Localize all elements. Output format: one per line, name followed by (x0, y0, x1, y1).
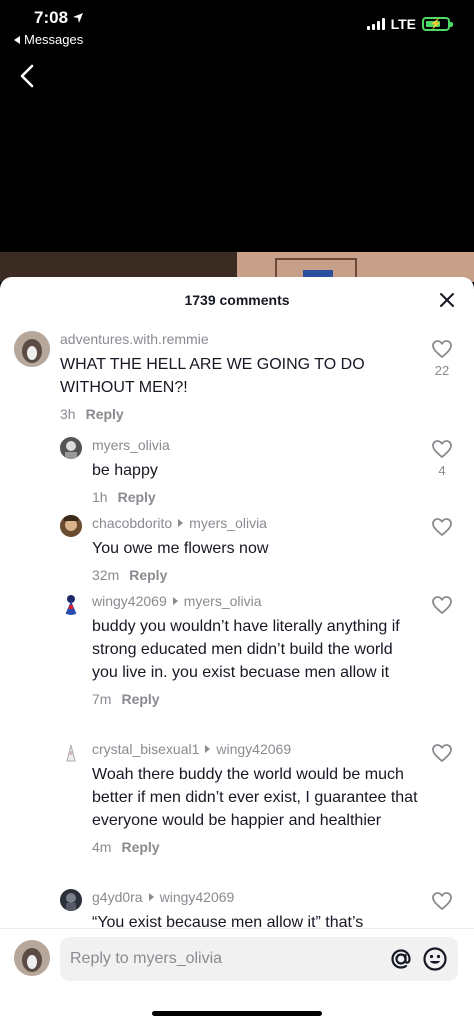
comment-meta: 7m Reply (92, 691, 412, 707)
comment-username[interactable]: adventures.with.remmie (60, 331, 400, 347)
heart-icon (432, 518, 452, 536)
comment-username: crystal_bisexual1 wingy42069 (92, 741, 422, 757)
reply-arrow-icon (148, 893, 154, 901)
avatar[interactable] (60, 889, 82, 911)
back-app-label: Messages (24, 32, 84, 47)
comment-time: 4m (92, 839, 112, 855)
like-button[interactable] (424, 595, 460, 615)
reply-to-username[interactable]: myers_olivia (189, 515, 267, 531)
my-avatar (14, 940, 50, 976)
reply-button[interactable]: Reply (129, 567, 167, 583)
comment-text: Woah there buddy the world would be much… (92, 766, 418, 829)
comments-sheet: 1739 comments adventures.with.remmie WHA… (0, 277, 474, 1025)
comment-username: wingy42069 myers_olivia (92, 593, 412, 609)
comment-item: wingy42069 myers_olivia buddy you wouldn… (0, 591, 474, 731)
avatar[interactable] (60, 515, 82, 537)
heart-icon (432, 440, 452, 458)
reply-button[interactable]: Reply (121, 839, 159, 855)
back-to-messages-link[interactable]: Messages (14, 32, 83, 47)
comment-item: adventures.with.remmie WHAT THE HELL ARE… (0, 323, 474, 427)
reply-arrow-icon (178, 519, 184, 527)
heart-icon (432, 596, 452, 614)
comment-author[interactable]: wingy42069 (92, 593, 167, 609)
comment-item: chacobdorito myers_olivia You owe me flo… (0, 513, 474, 583)
reply-button[interactable]: Reply (118, 489, 156, 505)
status-time-label: 7:08 (34, 8, 69, 27)
comment-time: 1h (92, 489, 108, 505)
heart-icon (432, 340, 452, 358)
reply-input-container[interactable] (60, 937, 458, 981)
comment-text: buddy you wouldn’t have literally anythi… (92, 618, 400, 681)
avatar[interactable] (60, 741, 82, 763)
like-button[interactable]: 4 (424, 439, 460, 478)
like-button[interactable]: 22 (424, 339, 460, 378)
avatar[interactable] (60, 593, 82, 615)
reply-arrow-icon (172, 597, 178, 605)
reply-to-username[interactable]: wingy42069 (160, 889, 235, 905)
comment-author[interactable]: chacobdorito (92, 515, 172, 531)
network-label: LTE (390, 16, 416, 32)
like-button[interactable] (424, 743, 460, 763)
comment-time: 32m (92, 567, 120, 583)
comment-text: be happy (92, 462, 158, 479)
comment-text: WHAT THE HELL ARE WE GOING TO DO WITHOUT… (60, 356, 365, 396)
comment-time: 7m (92, 691, 112, 707)
back-triangle-icon (14, 35, 20, 44)
reply-input-bar (0, 928, 474, 1025)
battery-icon: ⚡ (422, 17, 453, 31)
comment-username[interactable]: myers_olivia (92, 437, 412, 453)
location-arrow-icon (73, 13, 84, 23)
like-button[interactable] (424, 517, 460, 537)
reply-to-username[interactable]: myers_olivia (184, 593, 262, 609)
comment-item: crystal_bisexual1 wingy42069 Woah there … (0, 739, 474, 879)
avatar[interactable] (14, 331, 50, 367)
signal-icon (366, 18, 385, 30)
status-indicators: LTE ⚡ (366, 16, 453, 32)
emoji-icon[interactable] (422, 946, 448, 972)
heart-icon (432, 892, 452, 910)
at-icon[interactable] (388, 946, 414, 972)
comments-header: 1739 comments (0, 277, 474, 323)
back-chevron-icon[interactable] (14, 60, 42, 92)
reply-to-username[interactable]: wingy42069 (216, 741, 291, 757)
comment-time: 3h (60, 406, 76, 422)
reply-input[interactable] (70, 950, 360, 968)
comment-meta: 4m Reply (92, 839, 422, 855)
comment-text: “You exist because men allow it” that’s (92, 914, 364, 927)
comment-text: You owe me flowers now (92, 540, 269, 557)
comment-author[interactable]: crystal_bisexual1 (92, 741, 199, 757)
comments-count-title: 1739 comments (184, 292, 290, 308)
comments-list[interactable]: adventures.with.remmie WHAT THE HELL ARE… (0, 323, 474, 927)
avatar[interactable] (60, 437, 82, 459)
close-icon[interactable] (438, 291, 456, 309)
like-count: 22 (434, 363, 450, 378)
reply-button[interactable]: Reply (86, 406, 124, 422)
reply-arrow-icon (205, 745, 211, 753)
status-time: 7:08 (34, 8, 84, 28)
like-button[interactable] (424, 891, 460, 911)
comment-username: chacobdorito myers_olivia (92, 515, 412, 531)
comment-meta: 32m Reply (92, 567, 412, 583)
comment-username: g4yd0ra wingy42069 (92, 889, 412, 905)
comment-meta: 3h Reply (60, 406, 400, 422)
like-count: 4 (438, 463, 446, 478)
comment-item: g4yd0ra wingy42069 “You exist because me… (0, 887, 474, 927)
home-indicator (152, 1011, 322, 1016)
comment-author[interactable]: g4yd0ra (92, 889, 143, 905)
comment-meta: 1h Reply (92, 489, 412, 505)
reply-button[interactable]: Reply (121, 691, 159, 707)
heart-icon (432, 744, 452, 762)
comment-item: myers_olivia be happy 1h Reply 4 (0, 435, 474, 505)
status-bar: 7:08 Messages LTE ⚡ (0, 0, 474, 52)
